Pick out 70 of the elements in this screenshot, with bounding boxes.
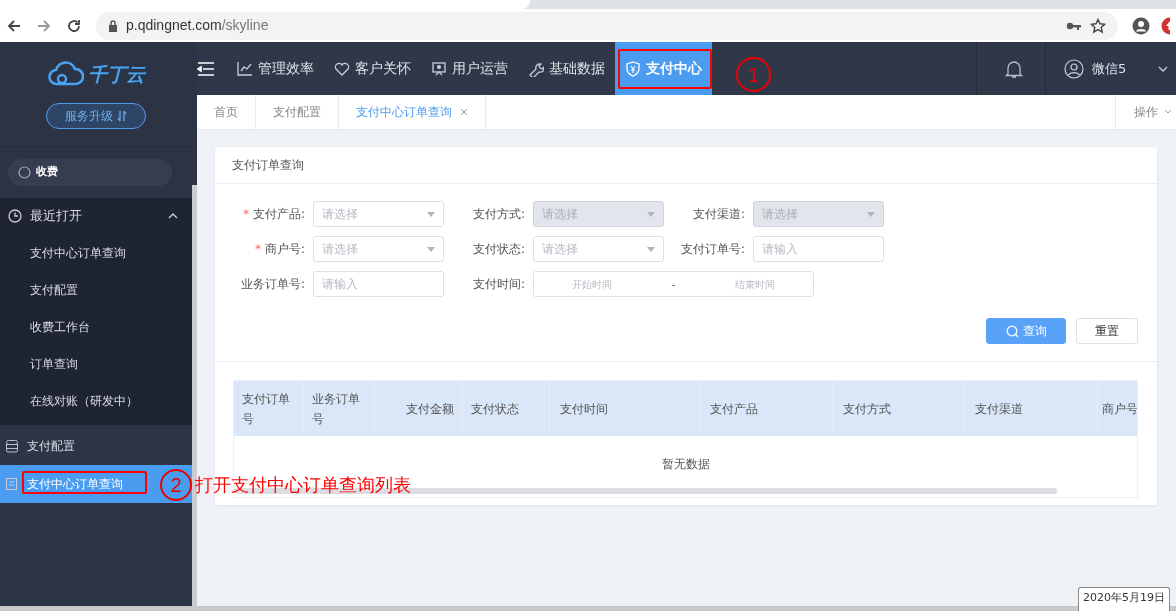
bell-icon[interactable]	[1005, 58, 1023, 79]
field-label: * 支付产品:	[241, 206, 306, 223]
back-icon[interactable]	[6, 17, 22, 34]
url-text: p.qdingnet.com/skyline	[126, 16, 269, 35]
column-header: 支付时间	[550, 381, 700, 436]
menu-icon[interactable]	[197, 61, 215, 76]
input-field[interactable]: 请输入	[753, 236, 884, 262]
shield-icon	[625, 60, 641, 77]
column-header: 支付产品	[700, 381, 833, 436]
lock-icon	[108, 19, 118, 32]
search-icon	[1005, 324, 1019, 338]
date-range-field[interactable]: 开始时间 - 结束时间	[533, 271, 814, 297]
field-label: 支付渠道:	[691, 206, 746, 223]
close-icon[interactable]	[460, 108, 468, 116]
field-label: 支付订单号:	[679, 241, 746, 258]
date-tooltip: 2020年5月19日	[1078, 587, 1170, 611]
chevron-down-icon	[1164, 109, 1172, 115]
sidebar-item[interactable]: 在线对账（研发中）	[0, 382, 192, 419]
column-header: 支付渠道	[965, 381, 1098, 436]
sidebar-item[interactable]: 收费工作台	[0, 308, 192, 345]
nav-tab[interactable]: 客户关怀	[324, 42, 421, 95]
panel-title: 支付订单查询	[215, 147, 1157, 184]
field-label: 业务订单号:	[239, 276, 306, 293]
person-board-icon	[431, 60, 447, 77]
avatar-icon[interactable]	[1064, 58, 1084, 79]
step-number: 1	[736, 57, 771, 92]
sidebar-item[interactable]: 支付配置	[0, 271, 192, 308]
chevron-down-icon[interactable]	[1158, 65, 1168, 72]
nav-tab[interactable]: 管理效率	[227, 42, 324, 95]
column-header: 业务订单号	[304, 381, 375, 436]
account-icon[interactable]	[1132, 16, 1150, 35]
star-icon[interactable]	[1090, 17, 1106, 34]
field-label: 支付时间:	[471, 276, 526, 293]
clock-icon	[8, 209, 22, 223]
reload-icon[interactable]	[66, 17, 82, 34]
annotation-text: 打开支付中心订单查询列表	[195, 473, 411, 497]
field-label: 支付方式:	[471, 206, 526, 223]
empty-message: 暂无数据	[661, 455, 710, 473]
column-header: 支付方式	[833, 381, 965, 436]
field-label: * 商户号:	[253, 241, 306, 258]
user-name[interactable]: 微信5	[1092, 58, 1127, 79]
wrench-icon	[528, 60, 544, 77]
heart-icon	[334, 60, 350, 77]
column-header: 商户号	[1098, 381, 1137, 436]
search-icon	[18, 166, 31, 179]
reset-button[interactable]: 重置	[1076, 318, 1138, 344]
field-label: 支付状态:	[471, 241, 526, 258]
column-header: 支付状态	[463, 381, 550, 436]
recent-header[interactable]: 最近打开	[0, 198, 192, 234]
nav-tab[interactable]: 基础数据	[518, 42, 615, 95]
nav-tab[interactable]: 用户运营	[421, 42, 518, 95]
step-number: 2	[160, 469, 192, 501]
swap-icon	[117, 109, 127, 122]
column-header: 支付订单号	[234, 381, 304, 436]
document-icon	[5, 477, 19, 491]
column-header: 支付金额	[375, 381, 463, 436]
search-field[interactable]: 收费	[8, 159, 172, 186]
cloud-icon	[47, 61, 84, 88]
address-bar[interactable]: p.qdingnet.com/skyline	[96, 11, 1118, 40]
upgrade-button[interactable]: 服务升级	[46, 102, 146, 129]
extension-icon[interactable]	[1160, 16, 1170, 35]
database-icon	[5, 439, 19, 453]
key-icon[interactable]	[1066, 20, 1082, 31]
chart-icon	[237, 60, 253, 77]
forward-icon[interactable]	[36, 17, 52, 34]
scrollbar[interactable]	[192, 185, 197, 606]
logo: 千丁云	[47, 60, 145, 89]
input-field[interactable]: 请输入	[313, 271, 444, 297]
sidebar-item[interactable]: 支付中心订单查询	[0, 234, 192, 271]
sidebar-item[interactable]: 订单查询	[0, 345, 192, 382]
